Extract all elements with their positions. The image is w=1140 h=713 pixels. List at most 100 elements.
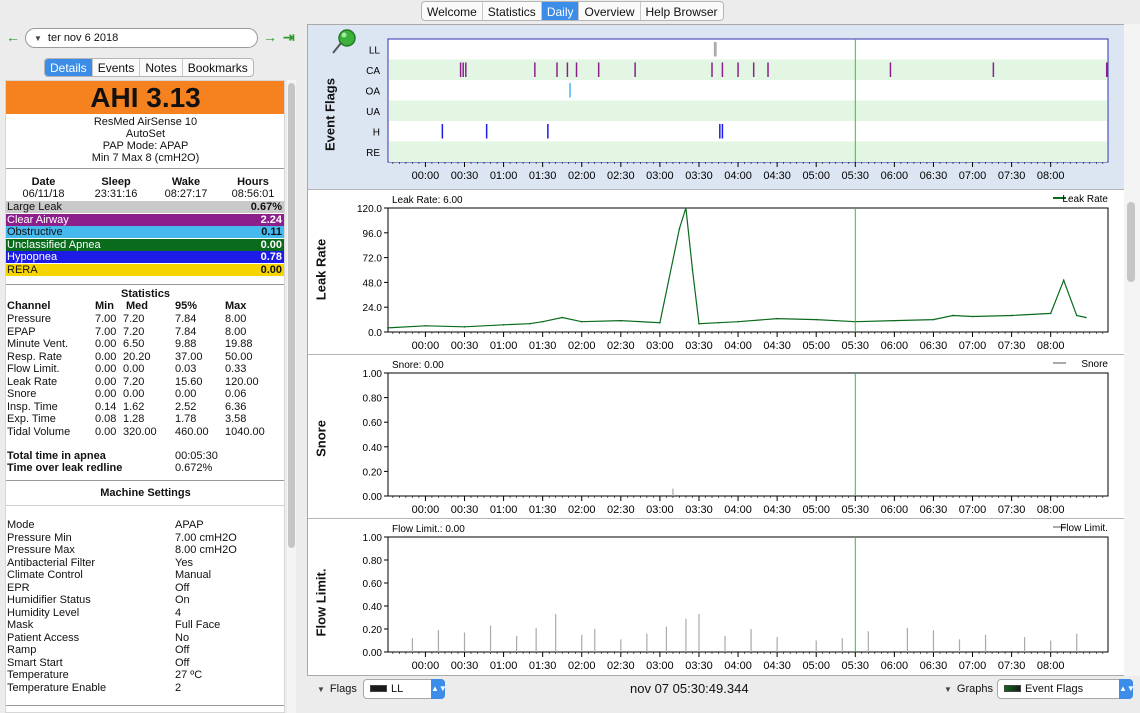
time-tick-label: 08:00 bbox=[1037, 340, 1065, 352]
divider bbox=[6, 505, 284, 506]
stats-value: 1040.00 bbox=[225, 425, 265, 438]
leak-rate-chart[interactable]: Leak Rate: 6.00 Leak Rate 0.0 24.0 48.0 72.0 9… bbox=[308, 190, 1126, 355]
chevron-updown-icon[interactable]: ▲▼ bbox=[431, 679, 447, 699]
setting-value: 8.00 cmH2O bbox=[175, 544, 237, 556]
tab-notes[interactable]: Notes bbox=[140, 59, 183, 76]
snore-panel: Snore: 0.00 Snore 0.00 0.20 0.40 0.60 0.80 1.00… bbox=[308, 355, 1126, 519]
flags-toggle[interactable]: ▼ Flags bbox=[317, 683, 357, 695]
stats-value: 1.28 bbox=[123, 413, 145, 425]
event-index-row: Obstructive 0.11 bbox=[6, 226, 284, 238]
value-readout: Snore: 0.00 bbox=[392, 360, 444, 371]
leak-redline-label: Time over leak redline bbox=[7, 462, 123, 474]
leak-rate-point bbox=[717, 321, 720, 324]
plot-frame bbox=[387, 207, 1109, 333]
leak-rate-point bbox=[1075, 314, 1078, 317]
event-index-value: 0.67% bbox=[250, 201, 282, 213]
divider bbox=[6, 168, 284, 169]
setting-value: 7.00 cmH2O bbox=[175, 531, 237, 544]
graphs-toggle[interactable]: ▼ Graphs bbox=[944, 683, 993, 695]
stats-value: 0.00 bbox=[95, 350, 117, 363]
setting-value: No bbox=[175, 631, 190, 644]
setting-row: Mode APAP bbox=[6, 519, 284, 532]
stats-channel: Minute Vent. bbox=[7, 338, 69, 350]
y-tick-label: 96.0 bbox=[363, 229, 383, 240]
stats-value: 0.00 bbox=[95, 425, 117, 438]
leak-rate-point bbox=[620, 319, 622, 322]
event-index-row: Clear Airway 2.24 bbox=[6, 213, 284, 226]
time-tick-label: 00:30 bbox=[451, 660, 479, 672]
flags-combo[interactable]: LL ▲▼ bbox=[363, 679, 447, 699]
tab-welcome[interactable]: Welcome bbox=[422, 2, 483, 20]
time-tick-label: 03:30 bbox=[685, 660, 713, 672]
tab-overview[interactable]: Overview bbox=[579, 2, 641, 20]
setting-name: Humidity Level bbox=[7, 606, 80, 619]
setting-name: Pressure Max bbox=[7, 544, 75, 556]
event-row-label: RE bbox=[366, 148, 380, 159]
leak-rate-point bbox=[659, 321, 661, 324]
time-tick-label: 06:00 bbox=[881, 170, 909, 182]
time-tick-label: 04:30 bbox=[763, 504, 791, 516]
stats-value: 9.88 bbox=[175, 338, 197, 350]
scrollbar-thumb[interactable] bbox=[1127, 202, 1135, 282]
divider bbox=[6, 284, 284, 285]
scrollbar-thumb[interactable] bbox=[288, 83, 295, 548]
time-tick-label: 08:00 bbox=[1037, 660, 1065, 672]
next-day-arrow-icon[interactable]: → bbox=[263, 29, 277, 45]
divider bbox=[6, 705, 284, 706]
time-tick-label: 02:00 bbox=[568, 504, 596, 516]
date-picker[interactable]: ▼ ter nov 6 2018 bbox=[25, 28, 258, 48]
tab-events[interactable]: Events bbox=[93, 59, 141, 76]
value-readout: Flow Limit.: 0.00 bbox=[392, 524, 465, 535]
legend-label: Flow Limit. bbox=[1060, 523, 1108, 534]
stats-value: 50.00 bbox=[225, 350, 253, 363]
event-row-label: LL bbox=[369, 45, 381, 56]
setting-name: Smart Start bbox=[7, 656, 63, 669]
stats-value: 0.00 bbox=[123, 388, 145, 400]
setting-value: 27 ºC bbox=[175, 669, 203, 681]
dropdown-triangle-icon: ▼ bbox=[317, 685, 325, 694]
time-tick-label: 06:30 bbox=[920, 340, 948, 352]
stats-value: 20.20 bbox=[123, 350, 151, 363]
flags-combo-value: LL bbox=[391, 683, 404, 695]
pushpin-icon[interactable] bbox=[328, 28, 358, 56]
flow-limit-chart[interactable]: Flow Limit.: 0.00 Flow Limit. 0.00 0.20 0.40… bbox=[308, 519, 1126, 675]
stats-value: 1.62 bbox=[123, 400, 145, 413]
y-tick-label: 0.60 bbox=[363, 418, 383, 429]
setting-name: Mask bbox=[7, 619, 34, 631]
graphs-label-text: Graphs bbox=[956, 683, 993, 695]
stats-value: 7.20 bbox=[123, 375, 145, 388]
snore-chart[interactable]: Snore: 0.00 Snore 0.00 0.20 0.40 0.60 0.80 1.00… bbox=[308, 355, 1126, 519]
setting-row: Ramp Off bbox=[6, 644, 284, 657]
tab-bookmarks[interactable]: Bookmarks bbox=[183, 59, 253, 76]
stats-value: 0.33 bbox=[225, 363, 247, 375]
time-tick-label: 06:00 bbox=[881, 504, 909, 516]
leak-rate-point bbox=[1085, 316, 1087, 319]
time-tick-label: 00:30 bbox=[451, 340, 479, 352]
time-tick-label: 00:30 bbox=[451, 170, 479, 182]
leak-redline-value: 0.672% bbox=[175, 462, 213, 474]
setting-name: Ramp bbox=[7, 644, 37, 656]
graphs-combo[interactable]: Event Flags ▲▼ bbox=[997, 679, 1135, 699]
graph-area: LL CA OA UA H RE 00:00 00:30 01:00 01:30 02:00 02:3… bbox=[307, 24, 1127, 676]
tab-details[interactable]: Details bbox=[45, 59, 93, 76]
flow-limit-label: Flow Limit. bbox=[313, 568, 329, 637]
dropdown-triangle-icon: ▼ bbox=[944, 685, 952, 694]
stats-value: 0.00 bbox=[95, 388, 117, 400]
stats-channel: Snore bbox=[7, 388, 37, 400]
tab-statistics[interactable]: Statistics bbox=[483, 2, 542, 20]
setting-name: EPR bbox=[7, 581, 30, 594]
tab-daily[interactable]: Daily bbox=[541, 2, 580, 20]
graph-scrollbar[interactable] bbox=[1124, 24, 1140, 676]
daily-summary: AHI 3.13 ResMed AirSense 10 AutoSet PAP … bbox=[5, 80, 285, 713]
setting-value: On bbox=[175, 594, 190, 606]
stats-row: Minute Vent. 0.00 6.50 9.88 19.88 bbox=[6, 338, 284, 351]
chevron-updown-icon[interactable]: ▲▼ bbox=[1119, 679, 1135, 699]
leak-rate-point bbox=[932, 318, 935, 321]
previous-day-arrow-icon[interactable]: ← bbox=[6, 29, 20, 45]
event-row-label: H bbox=[373, 127, 380, 138]
last-day-arrow-icon[interactable]: ⇥ bbox=[283, 29, 295, 46]
event-flags-chart[interactable]: LL CA OA UA H RE 00:00 00:30 01:00 01:30 02:00 02:3… bbox=[308, 25, 1126, 190]
tab-help-browser[interactable]: Help Browser bbox=[641, 2, 723, 20]
event-flags-label: Event Flags bbox=[322, 78, 338, 151]
summary-scrollbar[interactable] bbox=[287, 80, 296, 713]
